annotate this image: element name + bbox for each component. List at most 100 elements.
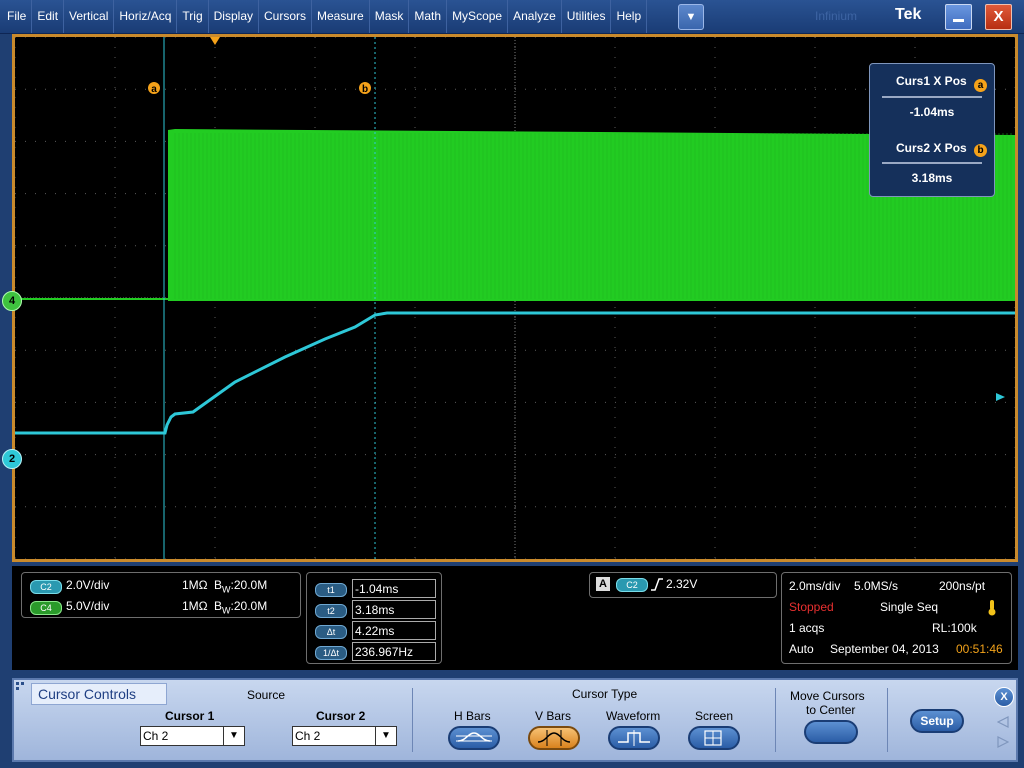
trigger-level-icon (996, 393, 1005, 401)
menu-dropdown-button[interactable]: ▼ (678, 4, 704, 30)
chevron-down-icon: ▼ (375, 727, 396, 745)
menu-edit[interactable]: Edit (32, 0, 65, 33)
inverse-delta-t-badge: 1/Δt (315, 646, 347, 660)
menu-utilities[interactable]: Utilities (562, 0, 612, 33)
divider (412, 688, 413, 752)
brand-watermark: Infinium (815, 9, 858, 23)
waveform-button[interactable] (608, 726, 660, 750)
curs1-label: Curs1 X Pos (896, 74, 967, 88)
menu-help[interactable]: Help (611, 0, 648, 33)
chevron-down-icon: ▼ (223, 727, 244, 745)
channel-settings-panel[interactable]: C2 2.0V/div 1MΩ BW:20.0M C4 5.0V/div 1MΩ… (21, 572, 301, 618)
waveform-cursor-icon (618, 730, 650, 746)
move-cursors-to-center-button[interactable] (804, 720, 858, 744)
acquisition-count: 1 acqs (789, 621, 825, 635)
menu-horiz-acq[interactable]: Horiz/Acq (114, 0, 178, 33)
curs1-value: -1.04ms (909, 105, 955, 119)
acquisition-panel[interactable]: 2.0ms/div 5.0MS/s 200ns/pt Stopped Singl… (781, 572, 1012, 664)
curs1-badge: a (974, 79, 987, 92)
menu-file[interactable]: File (2, 0, 33, 33)
cursor-control-panel: Cursor Controls Source Cursor 1 Ch 2 ▼ C… (12, 678, 1018, 762)
c4-bw-sub: W (222, 605, 231, 616)
menu-measure[interactable]: Measure (312, 0, 370, 33)
source-label: Source (247, 688, 286, 702)
menu-mask[interactable]: Mask (370, 0, 410, 33)
scroll-right-icon[interactable] (997, 736, 1009, 748)
timebase: 2.0ms/div (789, 579, 841, 593)
minimize-button[interactable] (945, 4, 972, 30)
date: September 04, 2013 (830, 642, 939, 656)
screen-button[interactable] (688, 726, 740, 750)
close-button[interactable]: X (985, 4, 1012, 30)
menu-display[interactable]: Display (209, 0, 259, 33)
cursor2-label: Cursor 2 (316, 709, 366, 723)
c4-badge[interactable]: C4 (30, 601, 62, 615)
tek-logo: Tek (895, 6, 922, 23)
trigger-level: 2.32V (666, 577, 698, 591)
drag-handle-icon[interactable] (16, 682, 26, 692)
inverse-delta-t-value: 236.967Hz (352, 642, 436, 661)
divider (775, 688, 776, 752)
time: 00:51:46 (956, 642, 1003, 656)
menu-analyze[interactable]: Analyze (508, 0, 562, 33)
cursor-readout: Curs1 X Pos a -1.04ms Curs2 X Pos b 3.18… (869, 63, 995, 197)
v-bars-button[interactable] (528, 726, 580, 750)
c2-scale: 2.0V/div (66, 578, 110, 592)
panel-title: Cursor Controls (38, 686, 137, 702)
c4-scale: 5.0V/div (66, 599, 110, 613)
cursor2-source-value: Ch 2 (295, 729, 321, 743)
cursor-measurements-panel[interactable]: t1 -1.04ms t2 3.18ms Δt 4.22ms 1/Δt 236.… (306, 572, 442, 664)
minimize-icon (953, 19, 964, 22)
curs2-label: Curs2 X Pos (896, 141, 967, 155)
waveform-display[interactable]: a b (15, 37, 1015, 559)
c2-impedance: 1MΩ (182, 578, 208, 592)
resolution: 200ns/pt (939, 579, 986, 593)
cursor-b-badge-text: b (362, 84, 368, 95)
v-bars-icon (537, 730, 571, 746)
ch2-ground-marker[interactable]: 2 (2, 449, 22, 469)
cursor-type-label: Cursor Type (572, 687, 638, 701)
menu-math[interactable]: Math (409, 0, 448, 33)
cursor1-source-select[interactable]: Ch 2 ▼ (140, 726, 245, 746)
divider (887, 688, 888, 752)
delta-t-value: 4.22ms (352, 621, 436, 640)
cursor-b-badge: b (359, 82, 371, 95)
h-bars-button[interactable] (448, 726, 500, 750)
acquisition-state: Stopped (789, 600, 834, 614)
t1-value: -1.04ms (352, 579, 436, 598)
c4-impedance: 1MΩ (182, 599, 208, 613)
scroll-left-icon[interactable] (997, 716, 1009, 728)
c4-bw-value: :20.0M (230, 599, 268, 613)
curs2-separator (882, 162, 982, 164)
h-bars-label: H Bars (454, 709, 491, 723)
trigger-position-icon (210, 37, 220, 45)
trigger-mode: Auto (789, 642, 814, 656)
thermometer-icon (988, 600, 996, 616)
menu-trig[interactable]: Trig (177, 0, 209, 33)
panel-close-button[interactable]: X (994, 687, 1014, 707)
ch4-ground-marker[interactable]: 4 (2, 291, 22, 311)
c4-bandwidth: BW:20.0M (214, 599, 267, 615)
c2-badge[interactable]: C2 (30, 580, 62, 594)
rising-edge-icon (651, 578, 663, 591)
delta-t-badge: Δt (315, 625, 347, 639)
curs2-value: 3.18ms (911, 171, 953, 185)
v-bars-label: V Bars (535, 709, 572, 723)
t2-badge: t2 (315, 604, 347, 618)
screen-label: Screen (695, 709, 734, 723)
menu-cursors[interactable]: Cursors (259, 0, 313, 33)
trigger-panel[interactable]: A C2 2.32V (589, 572, 777, 598)
ch4-waveform (15, 129, 1015, 301)
menu-myscope[interactable]: MyScope (447, 0, 509, 33)
cursor1-label: Cursor 1 (165, 709, 215, 723)
sample-rate: 5.0MS/s (854, 579, 899, 593)
status-area: C2 2.0V/div 1MΩ BW:20.0M C4 5.0V/div 1MΩ… (12, 566, 1018, 670)
trigger-source-badge: C2 (616, 578, 648, 592)
menu-vertical[interactable]: Vertical (64, 0, 115, 33)
setup-button[interactable]: Setup (910, 709, 964, 733)
c2-bandwidth: BW:20.0M (214, 578, 267, 594)
c2-bw-value: :20.0M (230, 578, 268, 592)
cursor2-source-select[interactable]: Ch 2 ▼ (292, 726, 397, 746)
c4-bw-prefix: B (214, 599, 223, 613)
t2-value: 3.18ms (352, 600, 436, 619)
